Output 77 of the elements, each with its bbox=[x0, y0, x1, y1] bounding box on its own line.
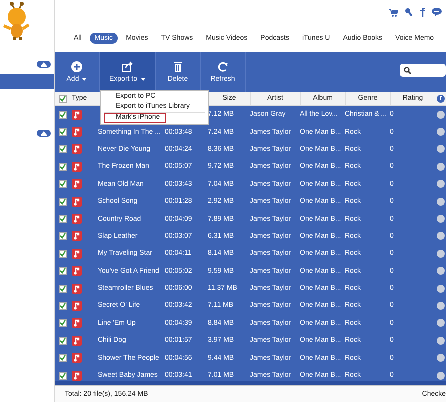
check-icon bbox=[60, 233, 66, 240]
checkbox[interactable] bbox=[58, 180, 66, 188]
checkbox[interactable] bbox=[58, 354, 66, 362]
checkbox[interactable] bbox=[58, 198, 66, 206]
disc-icon bbox=[436, 319, 444, 328]
checkbox[interactable] bbox=[58, 232, 66, 240]
checkbox[interactable] bbox=[58, 145, 66, 154]
check-icon bbox=[60, 146, 66, 152]
music-file-icon bbox=[72, 196, 82, 207]
plus-icon bbox=[71, 61, 83, 73]
check-icon bbox=[60, 181, 66, 188]
check-icon bbox=[60, 338, 66, 344]
disc-icon bbox=[436, 145, 444, 154]
music-file-icon bbox=[72, 214, 82, 224]
refresh-icon bbox=[217, 61, 229, 73]
search-field[interactable] bbox=[400, 64, 446, 77]
music-file-icon bbox=[72, 162, 82, 172]
check-icon bbox=[60, 372, 66, 379]
check-icon bbox=[60, 198, 66, 205]
checkbox[interactable] bbox=[58, 215, 66, 224]
music-file-icon bbox=[72, 231, 82, 242]
checkbox[interactable] bbox=[58, 162, 66, 171]
music-file-icon bbox=[72, 300, 82, 311]
disc-icon bbox=[436, 302, 444, 310]
search-icon bbox=[404, 67, 411, 74]
check-icon bbox=[60, 355, 66, 362]
check-icon bbox=[60, 286, 66, 292]
music-file-icon bbox=[72, 110, 82, 120]
music-file-icon bbox=[72, 284, 82, 294]
check-icon bbox=[60, 268, 66, 274]
checkbox[interactable] bbox=[58, 267, 66, 276]
disc-icon bbox=[436, 250, 444, 258]
music-file-icon bbox=[72, 144, 82, 154]
disc-icon bbox=[436, 232, 444, 240]
disc-icon bbox=[436, 198, 444, 206]
checkbox[interactable] bbox=[58, 110, 66, 119]
music-file-icon bbox=[72, 127, 82, 138]
disc-icon bbox=[436, 215, 444, 224]
checkbox[interactable] bbox=[58, 302, 66, 310]
checkbox[interactable] bbox=[58, 250, 66, 258]
check-icon bbox=[60, 320, 66, 326]
music-file-icon bbox=[72, 370, 82, 381]
check-icon bbox=[60, 216, 66, 222]
chat-icon[interactable] bbox=[432, 8, 442, 17]
music-file-icon bbox=[72, 353, 82, 364]
disc-icon bbox=[436, 180, 444, 188]
check-icon bbox=[60, 164, 66, 170]
check-icon bbox=[60, 302, 66, 309]
checkbox[interactable] bbox=[58, 336, 66, 345]
share-icon bbox=[122, 61, 134, 73]
disc-icon bbox=[436, 110, 444, 119]
disc-icon bbox=[436, 336, 444, 345]
facebook-icon[interactable] bbox=[420, 8, 425, 17]
disc-icon bbox=[436, 372, 444, 380]
trash-icon bbox=[172, 61, 184, 73]
checkbox[interactable] bbox=[58, 284, 66, 293]
music-file-icon bbox=[72, 179, 82, 190]
checkbox[interactable] bbox=[58, 372, 66, 380]
music-file-icon bbox=[72, 336, 82, 346]
checkbox[interactable] bbox=[58, 94, 66, 102]
check-icon bbox=[60, 112, 66, 118]
eject-button[interactable] bbox=[37, 130, 51, 137]
music-file-icon bbox=[72, 318, 82, 328]
check-icon bbox=[60, 250, 66, 257]
music-file-icon bbox=[72, 266, 82, 276]
music-file-icon bbox=[72, 248, 82, 259]
checkbox[interactable] bbox=[58, 319, 66, 328]
cart-icon[interactable] bbox=[389, 8, 398, 16]
check-icon bbox=[60, 129, 66, 136]
check-icon bbox=[60, 96, 66, 102]
disc-icon bbox=[436, 284, 444, 293]
eject-button[interactable] bbox=[37, 61, 51, 68]
disc-icon bbox=[436, 267, 444, 276]
disc-icon bbox=[436, 162, 444, 171]
disc-icon bbox=[436, 354, 444, 362]
disc-icon bbox=[436, 128, 444, 136]
checkbox[interactable] bbox=[58, 128, 66, 136]
